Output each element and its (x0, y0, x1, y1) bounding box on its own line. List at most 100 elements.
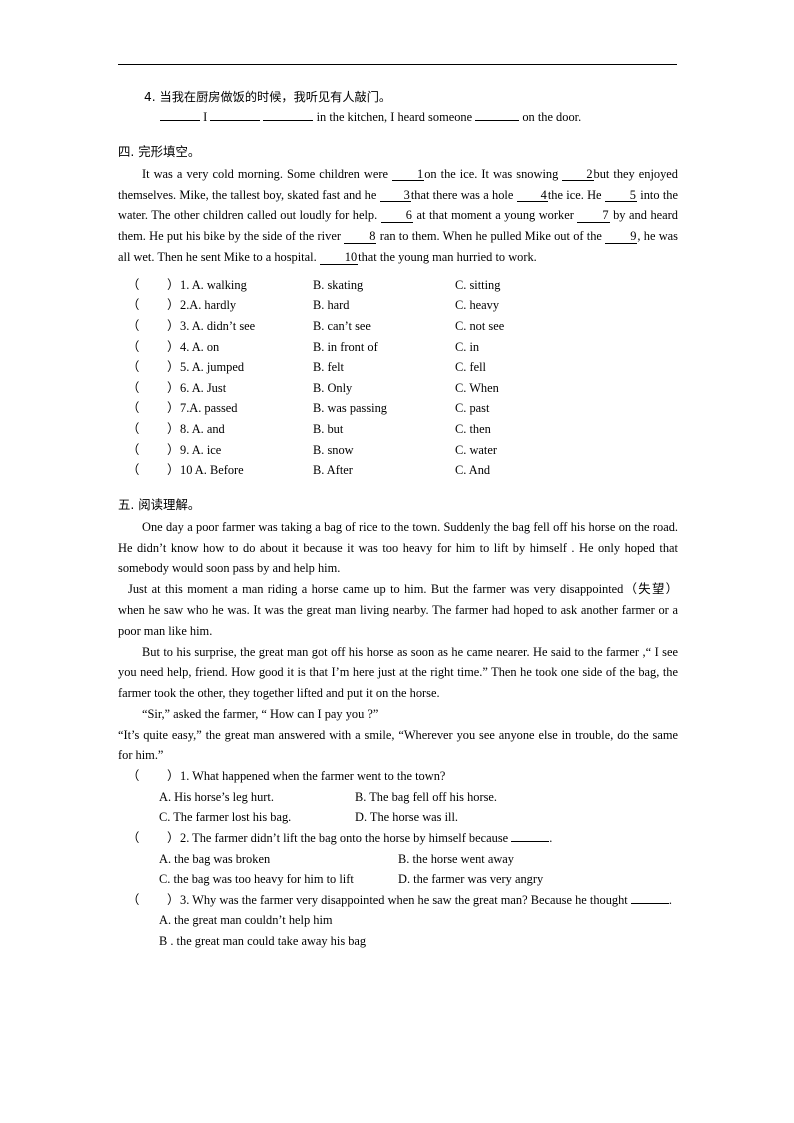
question-option-c[interactable]: C. The farmer lost his bag. (159, 807, 291, 828)
choice-option-b[interactable]: B. Only (313, 378, 352, 399)
question-option-c[interactable]: C. the bag was too heavy for him to lift (159, 869, 354, 890)
question-stem-blank[interactable] (511, 830, 550, 843)
answer-paren-left: （ (127, 769, 140, 784)
cloze-blank-10[interactable]: 10 (319, 251, 359, 265)
choice-row: （ ） 9. A. ice B. snow C. water (118, 440, 678, 461)
choice-option-c[interactable]: C. fell (455, 357, 486, 378)
question-option-a[interactable]: A. His horse’s leg hurt. (159, 787, 274, 808)
choice-option-b[interactable]: B. can’t see (313, 316, 371, 337)
cloze-blank-2[interactable]: 2 (562, 168, 594, 182)
cloze-text-9: ran to them. When he pulled Mike out of … (379, 229, 602, 244)
cloze-blank-7[interactable]: 7 (577, 209, 610, 224)
choice-option-a[interactable]: 6. A. Just (180, 378, 226, 399)
choice-option-b[interactable]: B. was passing (313, 398, 387, 419)
question-option-d[interactable]: D. The horse was ill. (355, 807, 458, 828)
choice-option-c[interactable]: C. heavy (455, 295, 499, 316)
cloze-text-11: that the young man hurried to work. (358, 249, 537, 264)
choice-row: （ ） 4. A. on B. in front of C. in (118, 337, 678, 358)
reading-answer-row: A. the bag was broken B. the horse went … (118, 849, 678, 870)
choice-option-b[interactable]: B. felt (313, 357, 344, 378)
worksheet-page: 4. 当我在厨房做饭的时候，我听见有人敲门。 I in the kitchen,… (0, 0, 794, 1123)
choice-option-b[interactable]: B. hard (313, 295, 349, 316)
choice-row: （ ） 3. A. didn’t see B. can’t see C. not… (118, 316, 678, 337)
question-stem-text: 3. Why was the farmer very disappointed … (180, 892, 628, 907)
cloze-blank-4[interactable]: 4 (516, 188, 548, 203)
choice-option-a[interactable]: 5. A. jumped (180, 357, 244, 378)
question-stem-text: 2. The farmer didn’t lift the bag onto t… (180, 831, 509, 846)
cloze-text-5: the ice. He (547, 187, 602, 202)
choice-option-b[interactable]: B. in front of (313, 337, 378, 358)
choice-option-a[interactable]: 3. A. didn’t see (180, 316, 255, 337)
answer-blank-3[interactable] (263, 109, 314, 121)
question-stem-tail: . (668, 892, 672, 907)
answer-paren-left: （ (127, 421, 140, 436)
question-option-b[interactable]: B. the horse went away (398, 849, 514, 870)
choice-option-b[interactable]: B. but (313, 419, 343, 440)
choice-option-c[interactable]: C. in (455, 337, 479, 358)
question-stem: 2. The farmer didn’t lift the bag onto t… (180, 828, 678, 849)
choice-option-a[interactable]: 9. A. ice (180, 440, 221, 461)
answer-paren-right: ） (167, 421, 180, 436)
item-4-number: 4. (144, 90, 156, 104)
choice-option-b[interactable]: B. skating (313, 275, 363, 296)
answer-paren-left: （ (127, 463, 140, 478)
question-option-a[interactable]: A. the great man couldn’t help him (159, 910, 678, 931)
choice-option-a[interactable]: 2.A. hardly (180, 295, 236, 316)
choice-option-c[interactable]: C. past (455, 398, 489, 419)
answer-paren-left: （ (127, 380, 140, 395)
cloze-text-2: on the ice. It was snowing (424, 166, 559, 181)
choice-option-a[interactable]: 7.A. passed (180, 398, 237, 419)
question-option-d[interactable]: D. the farmer was very angry (398, 869, 543, 890)
reading-paragraph-5: “It’s quite easy,” the great man answere… (118, 727, 678, 763)
question-option-a[interactable]: A. the bag was broken (159, 849, 270, 870)
reading-question-3: （ ） 3. Why was the farmer very disappoin… (118, 890, 678, 911)
question-stem-blank[interactable] (630, 891, 669, 904)
item-4-en-part-3: on the door. (522, 110, 582, 124)
question-option-b[interactable]: B . the great man could take away his ba… (159, 931, 678, 952)
choice-option-a[interactable]: 1. A. walking (180, 275, 247, 296)
cloze-blank-5[interactable]: 5 (604, 188, 637, 203)
choice-row: （ ） 7.A. passed B. was passing C. past (118, 398, 678, 419)
choice-option-a[interactable]: 4. A. on (180, 337, 219, 358)
answer-paren-left: （ (127, 831, 140, 846)
cloze-blank-6[interactable]: 6 (380, 209, 413, 224)
answer-paren-left: （ (127, 339, 140, 354)
choice-option-a[interactable]: 10 A. Before (180, 460, 244, 481)
choice-option-b[interactable]: B. After (313, 460, 353, 481)
question-stem: 1. What happened when the farmer went to… (180, 769, 446, 784)
choice-option-c[interactable]: C. not see (455, 316, 504, 337)
cloze-blank-8[interactable]: 8 (344, 230, 377, 244)
answer-paren-right: ） (167, 892, 180, 907)
choice-row: （ ） 5. A. jumped B. felt C. fell (118, 357, 678, 378)
cloze-text-1: It was a very cold morning. Some childre… (142, 166, 388, 181)
section-heading-four: 四. 完形填空。 (118, 143, 201, 159)
choice-option-c[interactable]: C. then (455, 419, 491, 440)
choice-option-c[interactable]: C. water (455, 440, 497, 461)
choice-row: （ ） 6. A. Just B. Only C. When (118, 378, 678, 399)
item-4-en-part-2: in the kitchen, I heard someone (316, 110, 473, 124)
answer-paren-right: ） (167, 339, 180, 354)
answer-blank-2[interactable] (210, 109, 261, 121)
cloze-blank-1[interactable]: 1 (392, 168, 425, 182)
question-option-b[interactable]: B. The bag fell off his horse. (355, 787, 497, 808)
cloze-blank-3[interactable]: 3 (379, 188, 411, 203)
answer-blank-1[interactable] (160, 109, 200, 121)
answer-paren-left: （ (127, 442, 140, 457)
reading-paragraph-1: One day a poor farmer was taking a bag o… (118, 519, 678, 576)
choice-option-c[interactable]: C. When (455, 378, 499, 399)
answer-paren-left: （ (127, 892, 140, 907)
choice-option-c[interactable]: C. And (455, 460, 490, 481)
choice-option-c[interactable]: C. sitting (455, 275, 500, 296)
choice-option-b[interactable]: B. snow (313, 440, 354, 461)
answer-paren-left: （ (127, 360, 140, 375)
reading-paragraph-3: But to his surprise, the great man got o… (118, 644, 678, 701)
cloze-text-4: that there was a hole (410, 187, 514, 202)
translation-item-4-answer-line: I in the kitchen, I heard someone on the… (160, 107, 678, 128)
answer-paren-right: ） (167, 360, 180, 375)
cloze-blank-9[interactable]: 9 (605, 230, 638, 244)
answer-blank-4[interactable] (475, 109, 520, 121)
question-stem-tail: . (549, 831, 553, 846)
choice-option-a[interactable]: 8. A. and (180, 419, 225, 440)
reading-question-2: （ ） 2. The farmer didn’t lift the bag on… (118, 828, 678, 849)
choice-row: （ ） 2.A. hardly B. hard C. heavy (118, 295, 678, 316)
